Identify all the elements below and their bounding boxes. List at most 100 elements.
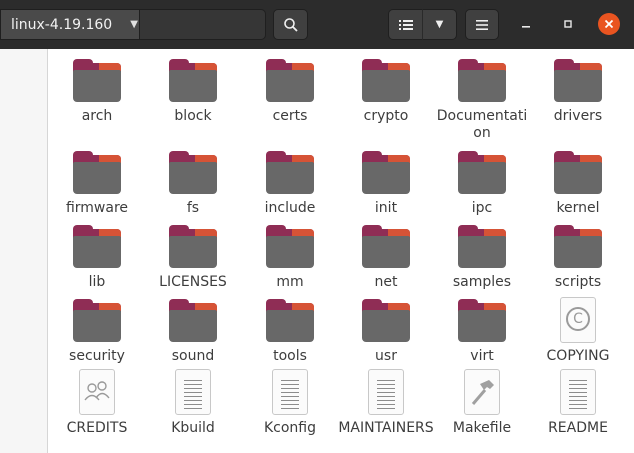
file-name-label: init [374,200,398,216]
folder-item[interactable]: init [338,149,434,217]
folder-item[interactable]: block [145,57,241,125]
folder-icon [145,297,241,345]
copyright-file-icon: C [530,297,626,345]
folder-item[interactable]: sound [145,297,241,365]
folder-item[interactable]: virt [434,297,530,365]
text-file-icon [530,369,626,417]
folder-item[interactable]: drivers [530,57,626,125]
file-name-label: certs [272,108,308,124]
file-name-label: usr [375,348,397,364]
folder-item[interactable]: Documentation [434,57,530,142]
folder-item[interactable]: usr [338,297,434,365]
path-bar-empty[interactable] [139,9,266,40]
path-button-current[interactable]: linux-4.19.160 ▼ [0,9,139,40]
folder-icon [49,297,145,345]
file-item[interactable]: Kconfig [242,369,338,437]
folder-item[interactable]: lib [49,223,145,291]
menu-button[interactable] [465,9,499,40]
file-item[interactable]: MAINTAINERS [338,369,434,437]
file-name-label: security [69,348,125,364]
folder-icon [530,57,626,105]
folder-icon [242,149,338,197]
chevron-down-icon[interactable]: ▼ [130,19,138,30]
folder-icon [49,149,145,197]
file-name-label: mm [276,274,304,290]
folder-icon [242,57,338,105]
folder-icon [434,149,530,197]
search-icon [283,17,298,32]
file-name-label: MAINTAINERS [338,420,434,436]
folder-icon [338,297,434,345]
file-name-label: Documentation [436,108,528,141]
text-file-icon [145,369,241,417]
list-view-button[interactable] [388,9,423,40]
maximize-button[interactable] [557,13,579,35]
file-name-label: drivers [553,108,603,124]
file-name-label: CREDITS [66,420,128,436]
folder-icon [49,57,145,105]
folder-item[interactable]: kernel [530,149,626,217]
file-name-label: kernel [556,200,600,216]
file-name-label: sound [171,348,215,364]
makefile-hammer-icon [434,369,530,417]
file-name-label: README [548,420,608,436]
contacts-file-icon [49,369,145,417]
file-name-label: lib [88,274,106,290]
folder-item[interactable]: crypto [338,57,434,125]
folder-icon [242,223,338,271]
folder-item[interactable]: samples [434,223,530,291]
folder-item[interactable]: security [49,297,145,365]
view-options-dropdown[interactable]: ▼ [423,9,457,40]
file-name-label: Kbuild [171,420,215,436]
text-file-icon [338,369,434,417]
maximize-icon [564,20,572,28]
file-item[interactable]: README [530,369,626,437]
file-name-label: arch [81,108,113,124]
search-button[interactable] [273,9,308,40]
folder-item[interactable]: LICENSES [145,223,241,291]
folder-item[interactable]: arch [49,57,145,125]
path-label: linux-4.19.160 [11,16,113,33]
file-item[interactable]: C COPYING [530,297,626,365]
header-bar: linux-4.19.160 ▼ ▼ [0,0,634,49]
file-name-label: include [264,200,316,216]
file-item[interactable]: CREDITS [49,369,145,437]
file-name-label: crypto [363,108,409,124]
folder-item[interactable]: scripts [530,223,626,291]
folder-icon [434,57,530,105]
list-view-icon [398,19,413,30]
hamburger-menu-icon [476,19,488,30]
file-name-label: fs [186,200,200,216]
folder-item[interactable]: firmware [49,149,145,217]
text-file-icon [242,369,338,417]
folder-item[interactable]: ipc [434,149,530,217]
file-grid: arch block certs crypto Documentation drivers… [49,49,634,453]
folder-icon [145,57,241,105]
folder-item[interactable]: fs [145,149,241,217]
folder-icon [145,149,241,197]
sidebar[interactable] [0,49,48,453]
minimize-button[interactable] [515,13,537,35]
path-bar: linux-4.19.160 ▼ [0,9,266,40]
file-name-label: firmware [65,200,129,216]
close-button[interactable] [598,13,620,35]
file-name-label: tools [273,348,307,364]
file-item[interactable]: Makefile [434,369,530,437]
file-name-label: Makefile [452,420,512,436]
file-name-label: samples [452,274,512,290]
folder-item[interactable]: include [242,149,338,217]
folder-icon [434,223,530,271]
folder-item[interactable]: certs [242,57,338,125]
folder-icon [338,57,434,105]
folder-item[interactable]: tools [242,297,338,365]
folder-icon [49,223,145,271]
file-item[interactable]: Kbuild [145,369,241,437]
folder-item[interactable]: net [338,223,434,291]
view-toggle-group: ▼ [388,9,457,40]
chevron-down-icon: ▼ [435,19,444,30]
file-name-label: virt [470,348,494,364]
folder-icon [530,223,626,271]
folder-item[interactable]: mm [242,223,338,291]
folder-icon [145,223,241,271]
file-name-label: Kconfig [263,420,317,436]
